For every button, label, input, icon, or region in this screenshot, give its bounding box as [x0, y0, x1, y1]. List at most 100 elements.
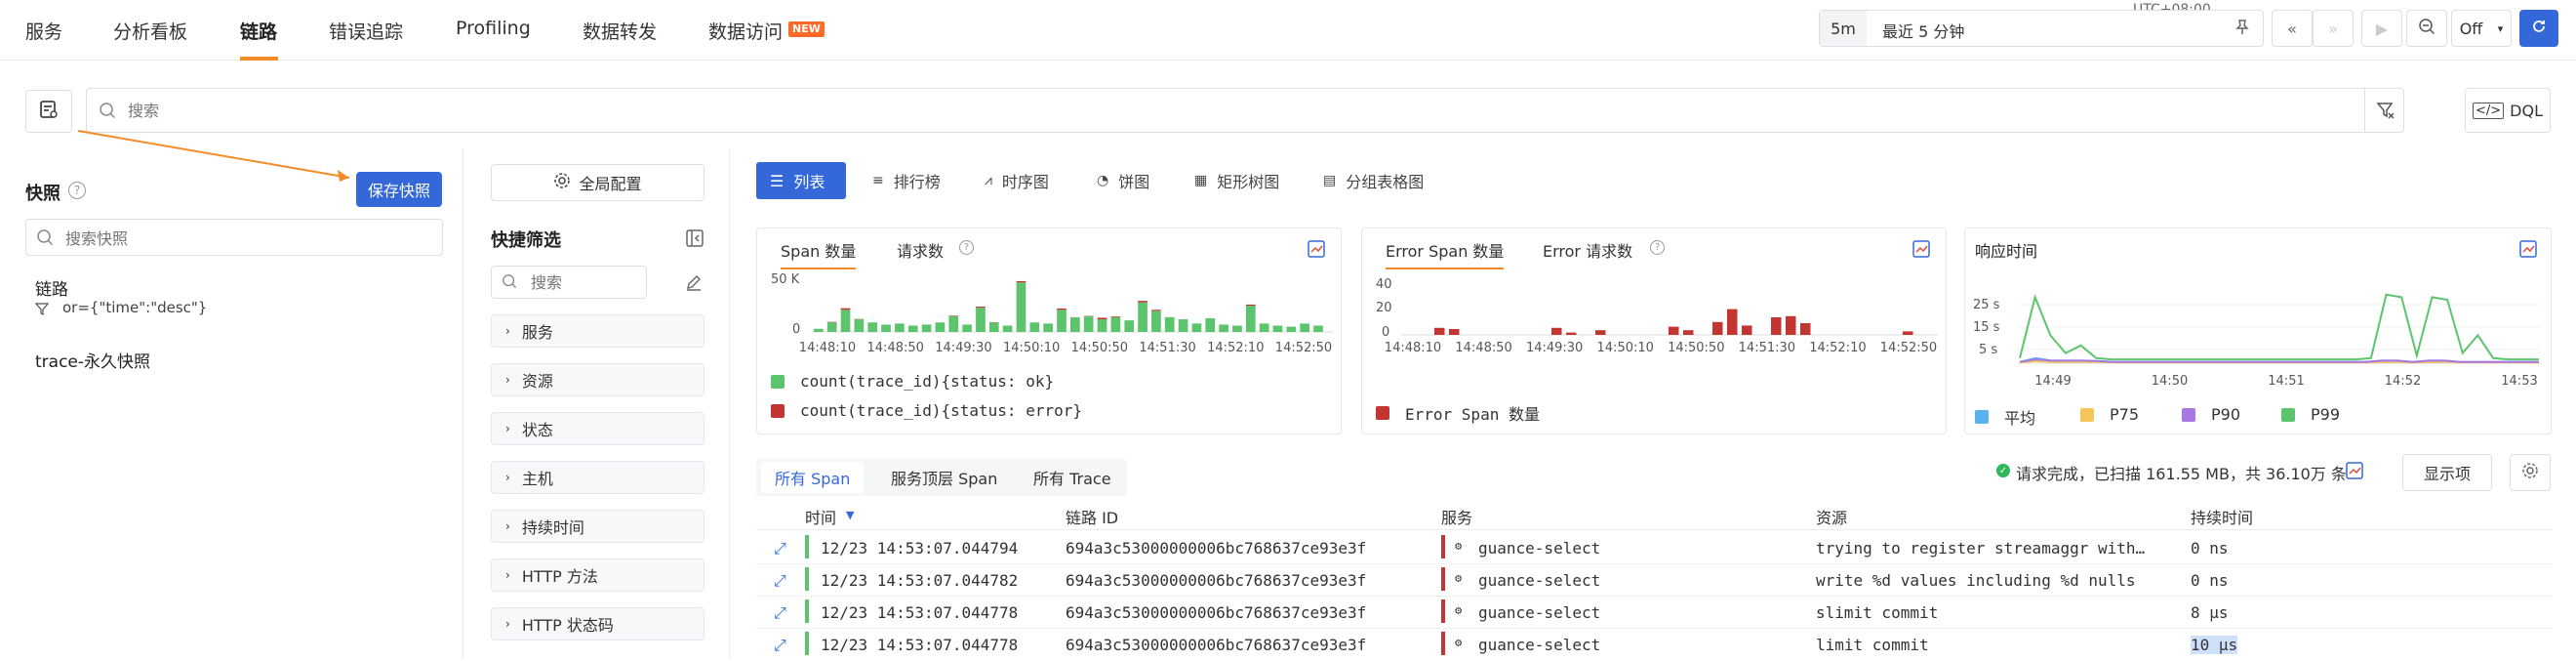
table-row[interactable]: ⤢ 12/23 14:53:07.044794 694a3c5300000000…	[756, 532, 2552, 564]
legend-item[interactable]: count(trace_id){status: ok}	[771, 372, 1054, 391]
tab-treemap[interactable]: ▦矩形树图	[1181, 162, 1293, 199]
help-icon[interactable]: ?	[959, 240, 974, 255]
filter-item-duration[interactable]: ›持续时间	[491, 510, 704, 543]
filter-item-service[interactable]: ›服务	[491, 314, 704, 348]
tab-service-top-spans[interactable]: 服务顶层 Span	[877, 459, 1011, 496]
col-trace-id[interactable]: 链路 ID	[1066, 505, 1118, 528]
nav-data-forwarding[interactable]: 数据转发	[583, 18, 657, 44]
nav-profiling[interactable]: Profiling	[456, 18, 531, 39]
legend-item[interactable]: count(trace_id){status: error}	[771, 401, 1082, 420]
legend-item[interactable]: P90	[2182, 405, 2240, 424]
legend-item[interactable]: 平均	[1975, 405, 2035, 429]
edit-icon[interactable]	[685, 273, 703, 295]
chart-settings-icon[interactable]	[1308, 240, 1325, 258]
chart-settings-icon[interactable]	[1912, 240, 1930, 258]
filter-item-host[interactable]: ›主机	[491, 461, 704, 494]
refresh-button[interactable]	[2519, 10, 2558, 47]
expand-icon[interactable]: ⤢	[774, 571, 786, 591]
play-button[interactable]: ▶	[2361, 10, 2402, 47]
time-range-picker[interactable]: 5m 最近 5 分钟	[1819, 10, 2264, 47]
forward-button[interactable]: »	[2313, 10, 2354, 47]
legend-item[interactable]: P75	[2080, 405, 2139, 424]
legend-item[interactable]: Error Span 数量	[1376, 401, 1540, 425]
tab-ranking[interactable]: ≡排行榜	[859, 162, 954, 199]
legend-item[interactable]: P99	[2281, 405, 2340, 424]
filter-item-resource[interactable]: ›资源	[491, 363, 704, 396]
chevron-right-icon: ›	[505, 568, 510, 582]
tab-pie[interactable]: ◔饼图	[1083, 162, 1163, 199]
tab-all-spans[interactable]: 所有 Span	[761, 462, 864, 493]
snapshot-item[interactable]: 链路 or={"time":"desc"}	[25, 273, 443, 328]
cell-duration: 10 μs	[2191, 636, 2237, 654]
expand-icon[interactable]: ⤢	[774, 636, 786, 655]
filter-item-label: 持续时间	[522, 515, 584, 538]
cell-time: 12/23 14:53:07.044794	[821, 539, 1018, 558]
cell-time: 12/23 14:53:07.044778	[821, 603, 1018, 622]
dql-button[interactable]: </>DQL	[2465, 88, 2551, 133]
table-settings-button[interactable]	[2510, 454, 2551, 491]
table-row[interactable]: ⤢ 12/23 14:53:07.044782 694a3c5300000000…	[756, 564, 2552, 597]
bar-ok	[1286, 327, 1296, 332]
col-service[interactable]: 服务	[1441, 505, 1472, 528]
nav-services[interactable]: 服务	[25, 18, 62, 44]
tab-group-table[interactable]: ▤分组表格图	[1309, 162, 1437, 199]
legend-swatch	[2182, 408, 2195, 422]
request-status: 请求完成，已扫描 161.55 MB，共 36.10万 条	[2016, 461, 2347, 484]
search-bar[interactable]	[86, 88, 2404, 133]
sort-icon[interactable]: ▼	[846, 509, 854, 521]
expand-icon[interactable]: ⤢	[774, 539, 786, 558]
stats-icon[interactable]	[2346, 462, 2363, 483]
pin-icon[interactable]	[2234, 19, 2251, 40]
nav-data-access[interactable]: 数据访问	[708, 18, 783, 44]
quick-filter-title: 快捷筛选	[491, 227, 561, 252]
help-icon[interactable]: ?	[1650, 240, 1665, 255]
nav-error-tracking[interactable]: 错误追踪	[329, 18, 403, 44]
expand-icon[interactable]: ⤢	[774, 603, 786, 623]
x-tick-label: 14:53	[2501, 374, 2537, 389]
snapshot-toggle-button[interactable]	[25, 90, 72, 133]
tab-request-count[interactable]: 请求数	[897, 238, 944, 262]
display-columns-button[interactable]: 显示项	[2402, 454, 2492, 491]
snapshot-item[interactable]: trace-永久快照	[25, 344, 443, 373]
snapshot-search[interactable]	[25, 219, 443, 256]
zoom-out-button[interactable]	[2406, 10, 2447, 47]
bar-error	[1098, 317, 1107, 319]
tab-timeseries[interactable]: ⩘时序图	[971, 162, 1063, 199]
tab-error-span-count[interactable]: Error Span 数量	[1386, 238, 1504, 269]
tab-error-request-count[interactable]: Error 请求数	[1543, 238, 1632, 262]
cell-service: guance-select	[1478, 571, 1600, 590]
global-config-button[interactable]: 全局配置	[491, 164, 704, 201]
filter-clear-icon[interactable]	[2364, 88, 2405, 133]
auto-refresh-select[interactable]: Off▾	[2451, 10, 2512, 47]
help-icon[interactable]: ?	[68, 182, 86, 199]
collapse-panel-icon[interactable]	[685, 228, 704, 252]
snapshot-search-input[interactable]	[65, 227, 426, 249]
table-row[interactable]: ⤢ 12/23 14:53:07.044778 694a3c5300000000…	[756, 629, 2552, 661]
col-time[interactable]: 时间	[805, 505, 836, 528]
nav-traces[interactable]: 链路	[240, 18, 277, 44]
filter-item-http-method[interactable]: ›HTTP 方法	[491, 558, 704, 592]
rewind-button[interactable]: «	[2272, 10, 2313, 47]
service-icon: ⚙	[1455, 539, 1462, 553]
col-duration[interactable]: 持续时间	[2191, 505, 2253, 528]
bar-ok	[841, 310, 851, 332]
tab-span-count[interactable]: Span 数量	[781, 238, 856, 269]
table-row[interactable]: ⤢ 12/23 14:53:07.044778 694a3c5300000000…	[756, 597, 2552, 629]
nav-dashboards[interactable]: 分析看板	[113, 18, 187, 44]
bar-ok	[1138, 303, 1147, 332]
y-tick-label: 0	[1382, 325, 1389, 340]
tab-all-traces[interactable]: 所有 Trace	[1020, 459, 1125, 496]
filter-search[interactable]	[491, 266, 647, 299]
save-snapshot-button[interactable]: 保存快照	[356, 172, 442, 207]
chart-settings-icon[interactable]	[2519, 240, 2537, 258]
service-icon: ⚙	[1455, 636, 1462, 649]
tab-list[interactable]: ☰列表	[756, 162, 846, 199]
time-quick-label[interactable]: 5m	[1820, 11, 1867, 46]
filter-item-status[interactable]: ›状态	[491, 412, 704, 445]
cell-trace-id: 694a3c53000000006bc768637ce93e3f	[1066, 603, 1366, 622]
col-resource[interactable]: 资源	[1816, 505, 1847, 528]
filter-search-input[interactable]	[531, 272, 638, 292]
bar-ok	[948, 316, 958, 332]
filter-item-http-status[interactable]: ›HTTP 状态码	[491, 607, 704, 640]
search-input[interactable]	[128, 99, 2323, 122]
